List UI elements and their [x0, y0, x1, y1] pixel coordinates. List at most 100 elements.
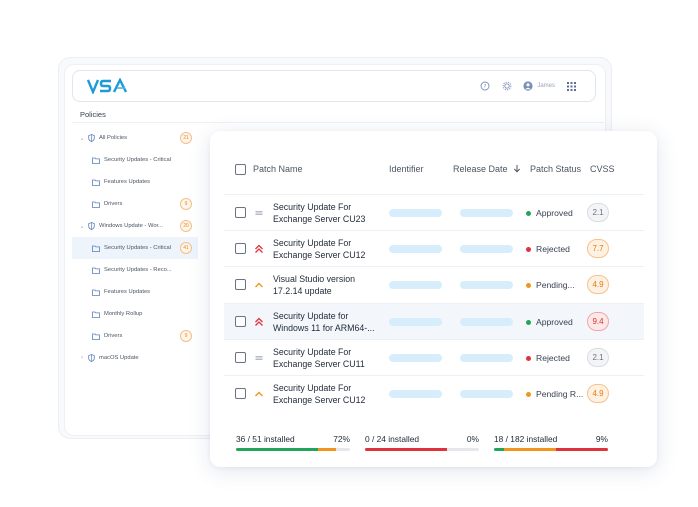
- patch-name[interactable]: Security Update For Exchange Server CU12: [273, 237, 385, 261]
- install-progress-text: 18 / 182 installed 9%: [494, 434, 608, 444]
- col-cvss[interactable]: CVSS: [590, 164, 615, 174]
- count-badge: 20: [180, 220, 192, 232]
- tree-item[interactable]: Features Updates: [72, 171, 198, 193]
- folder-icon: [92, 157, 100, 164]
- release-date-placeholder: [460, 318, 513, 326]
- tree-item[interactable]: Drivers 9: [72, 325, 198, 347]
- col-patch-status[interactable]: Patch Status: [530, 164, 581, 174]
- gear-icon[interactable]: [501, 80, 513, 92]
- release-date-placeholder: [460, 209, 513, 217]
- priority-high-icon: [253, 242, 265, 254]
- help-icon[interactable]: ?: [479, 80, 491, 92]
- tree-item-label: Security Updates - Critical: [104, 157, 172, 163]
- tree-item[interactable]: Monthly Rollup: [72, 303, 198, 325]
- progress-bar: [494, 448, 608, 451]
- chevron-right-icon[interactable]: ›: [78, 355, 86, 361]
- policy-tree: ⌄ All Policies 21 Security Updates - Critic…: [72, 127, 198, 369]
- table-row[interactable]: Security Update For Exchange Server CU23…: [224, 194, 644, 230]
- cvss-badge: 2.1: [587, 203, 609, 222]
- progress-bar: [365, 448, 479, 451]
- header-divider: [72, 122, 604, 123]
- tree-item[interactable]: Security Updates - Reco...: [72, 259, 198, 281]
- top-icons: ? James: [479, 80, 577, 92]
- progress-remaining: [318, 448, 336, 451]
- vsa-logo-graphic: [86, 77, 128, 96]
- progress-fill: [494, 448, 505, 451]
- col-release-date[interactable]: Release Date: [453, 164, 521, 174]
- row-checkbox[interactable]: [235, 207, 246, 218]
- priority-low-icon: [253, 351, 265, 363]
- tree-item-label: Drivers: [104, 333, 123, 339]
- install-progress: 36 / 51 installed 72%: [236, 434, 350, 451]
- cvss-badge: 4.9: [587, 384, 609, 403]
- count-badge: 9: [180, 198, 192, 210]
- chevron-down-icon[interactable]: ⌄: [78, 135, 86, 142]
- release-date-placeholder: [460, 354, 513, 362]
- user-name: James: [537, 83, 555, 89]
- identifier-placeholder: [389, 281, 442, 289]
- installed-count: 18 / 182 installed: [494, 434, 558, 444]
- patch-status: Pending...: [526, 280, 575, 290]
- apps-grid-icon[interactable]: [565, 80, 577, 92]
- folder-icon: [92, 201, 100, 208]
- patch-name[interactable]: Security Update For Exchange Server CU12: [273, 382, 385, 406]
- tree-item[interactable]: ⌄ All Policies 21: [72, 127, 198, 149]
- table-header: Patch Name Identifier Release Date Patch…: [210, 131, 657, 193]
- identifier-placeholder: [389, 245, 442, 253]
- tree-item[interactable]: Security Updates - Critical: [72, 149, 198, 171]
- cvss-badge: 9.4: [587, 312, 609, 331]
- table-row[interactable]: Security Update For Exchange Server CU12…: [224, 230, 644, 266]
- status-dot: [526, 210, 531, 216]
- patch-name[interactable]: Visual Studio version 17.2.14 update: [273, 273, 385, 297]
- row-checkbox[interactable]: [235, 243, 246, 254]
- tree-item[interactable]: ⌄ Windows Update - Wor... 20: [72, 215, 198, 237]
- patch-status-text: Approved: [536, 208, 573, 218]
- row-checkbox[interactable]: [235, 279, 246, 290]
- folder-icon: [92, 311, 100, 318]
- col-identifier[interactable]: Identifier: [389, 164, 424, 174]
- table-row[interactable]: Security Update For Exchange Server CU11…: [224, 339, 644, 375]
- patch-name[interactable]: Security Update For Exchange Server CU11: [273, 346, 385, 370]
- col-release-date-label: Release Date: [453, 164, 508, 174]
- tree-item[interactable]: Security Updates - Critical 41: [72, 237, 198, 259]
- installed-percent: 0%: [466, 434, 479, 444]
- shield-icon: [88, 134, 95, 142]
- select-all-checkbox[interactable]: [235, 164, 246, 175]
- table-row[interactable]: Visual Studio version 17.2.14 update Pend…: [224, 266, 644, 302]
- priority-high-icon: [253, 315, 265, 327]
- patch-status: Approved: [526, 208, 573, 218]
- status-dot: [526, 282, 531, 288]
- tree-item-label: Windows Update - Wor...: [99, 223, 164, 229]
- row-checkbox[interactable]: [235, 352, 246, 363]
- chevron-down-icon[interactable]: ⌄: [78, 223, 86, 230]
- tree-item-label: Monthly Rollup: [104, 311, 143, 317]
- top-bar: ? James: [72, 70, 596, 102]
- patch-name[interactable]: Security Update For Exchange Server CU23: [273, 201, 385, 225]
- patch-status: Rejected: [526, 353, 570, 363]
- row-checkbox[interactable]: [235, 316, 246, 327]
- status-dot: [526, 319, 531, 325]
- avatar-icon: [523, 81, 533, 91]
- install-progress: 0 / 24 installed 0%: [365, 434, 479, 451]
- tree-item[interactable]: › macOS Update: [72, 347, 198, 369]
- table-row[interactable]: Security Update for Windows 11 for ARM64…: [224, 303, 644, 339]
- release-date-placeholder: [460, 245, 513, 253]
- table-row[interactable]: Security Update For Exchange Server CU12…: [224, 375, 644, 411]
- patch-status: Pending R...: [526, 389, 583, 399]
- release-date-placeholder: [460, 390, 513, 398]
- policies-title: Policies: [80, 110, 106, 119]
- identifier-placeholder: [389, 390, 442, 398]
- install-summary: 36 / 51 installed 72% 0 / 24 installed 0% 18…: [210, 421, 657, 461]
- row-checkbox[interactable]: [235, 388, 246, 399]
- identifier-placeholder: [389, 209, 442, 217]
- progress-remaining: [365, 448, 448, 451]
- cvss-badge: 7.7: [587, 239, 609, 258]
- tree-item[interactable]: Drivers 9: [72, 193, 198, 215]
- installed-percent: 9%: [595, 434, 608, 444]
- user-menu[interactable]: James: [523, 81, 555, 91]
- priority-medium-icon: [253, 278, 265, 290]
- patch-name[interactable]: Security Update for Windows 11 for ARM64…: [273, 310, 385, 334]
- col-patch-name[interactable]: Patch Name: [253, 164, 303, 174]
- tree-item-label: Security Updates - Critical: [104, 245, 172, 251]
- tree-item[interactable]: Features Updates: [72, 281, 198, 303]
